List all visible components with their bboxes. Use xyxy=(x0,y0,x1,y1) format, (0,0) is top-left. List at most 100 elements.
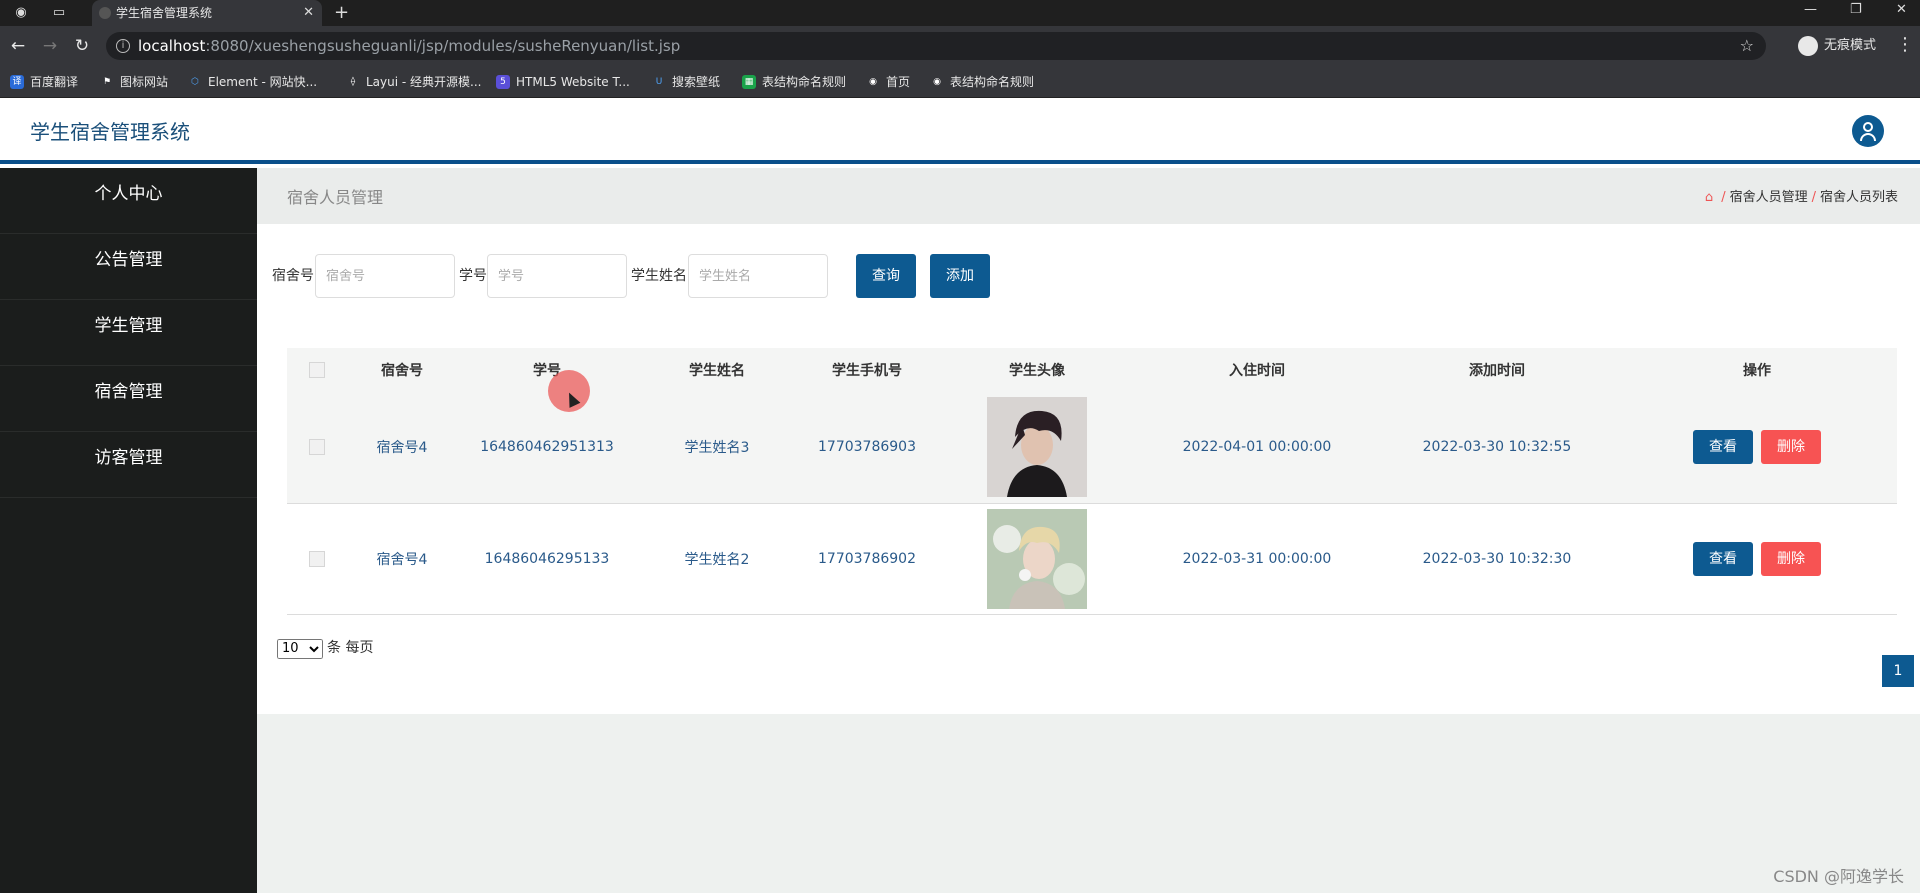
browser-tab[interactable]: 学生宿舍管理系统 ✕ xyxy=(92,0,322,26)
query-button[interactable]: 查询 xyxy=(856,254,916,298)
watermark: CSDN @阿逸学长 xyxy=(1773,867,1904,886)
address-bar: ← → ↻ i localhost:8080/xueshengsusheguan… xyxy=(0,26,1920,66)
data-table: 宿舍号 学号 学生姓名 学生手机号 学生头像 入住时间 添加时间 操作 宿舍号4 xyxy=(287,348,1897,615)
bookmark-item[interactable]: 5 HTML5 Website T... xyxy=(496,66,630,98)
per-page-label: 条 每页 xyxy=(327,640,374,656)
column-header[interactable]: 学号 xyxy=(457,348,637,392)
row-checkbox[interactable] xyxy=(309,550,325,567)
forward-icon[interactable]: → xyxy=(40,36,60,56)
table-row: 宿舍号4 164860462951313 学生姓名3 17703786903 2… xyxy=(287,392,1897,503)
tab-favicon-icon xyxy=(99,7,111,19)
user-icon xyxy=(1863,122,1873,132)
cell-checkin-time: 2022-04-01 00:00:00 xyxy=(1182,439,1332,456)
column-header[interactable]: 添加时间 xyxy=(1377,348,1617,392)
back-icon[interactable]: ← xyxy=(8,36,28,56)
reload-icon[interactable]: ↻ xyxy=(72,36,92,56)
cell-phone: 17703786902 xyxy=(818,550,916,567)
breadcrumb: ⌂ / 宿舍人员管理 / 宿舍人员列表 xyxy=(1704,190,1898,205)
column-header: 操作 xyxy=(1743,363,1771,379)
page-size-select[interactable]: 10 xyxy=(277,638,323,659)
element-icon: ⬡ xyxy=(191,77,199,87)
dorm-label: 宿舍号 xyxy=(272,268,314,284)
breadcrumb-item: 宿舍人员列表 xyxy=(1819,190,1898,205)
cell-dorm: 宿舍号4 xyxy=(376,551,428,568)
new-tab-button[interactable]: + xyxy=(334,0,349,26)
translate-icon: 译 xyxy=(10,75,24,89)
column-header[interactable]: 学生手机号 xyxy=(797,348,937,392)
column-header[interactable]: 宿舍号 xyxy=(347,348,457,392)
incognito-label: 无痕模式 xyxy=(1824,38,1877,53)
url-input[interactable]: i localhost:8080/xueshengsusheguanli/jsp… xyxy=(106,32,1766,60)
info-icon[interactable]: i xyxy=(116,39,130,53)
window-close-icon[interactable]: ✕ xyxy=(1896,0,1907,20)
bookmark-item[interactable]: ◉ 表结构命名规则 xyxy=(930,66,1034,98)
user-avatar-button[interactable] xyxy=(1852,115,1884,147)
globe-icon: ◉ xyxy=(933,77,941,87)
bookmark-item[interactable]: ⚑ 图标网站 xyxy=(100,66,168,98)
globe-icon: ◉ xyxy=(869,77,877,87)
sidebar-item-visitors[interactable]: 访客管理 xyxy=(0,432,257,498)
student-id-label: 学号 xyxy=(459,268,487,284)
dorm-input[interactable] xyxy=(315,254,455,298)
sidebar-item-dorms[interactable]: 宿舍管理 xyxy=(0,366,257,432)
add-button[interactable]: 添加 xyxy=(930,254,990,298)
sidebar-item-students[interactable]: 学生管理 xyxy=(0,300,257,366)
breadcrumb-item[interactable]: 宿舍人员管理 xyxy=(1730,190,1808,205)
restore-icon[interactable]: ❐ xyxy=(1850,0,1862,20)
main-content: 宿舍人员管理 ⌂/宿舍人员管理/宿舍人员列表 宿舍号 学号 学生姓名 查询 添加 xyxy=(257,168,1920,893)
delete-button[interactable]: 删除 xyxy=(1761,541,1821,576)
view-button[interactable]: 查看 xyxy=(1693,430,1753,465)
student-name-label: 学生姓名 xyxy=(631,268,687,284)
student-avatar-photo xyxy=(987,397,1087,498)
cell-name: 学生姓名3 xyxy=(684,440,750,457)
star-icon[interactable]: ☆ xyxy=(1740,32,1754,60)
bookmark-item[interactable]: ⬡ Element - 网站快... xyxy=(188,66,317,98)
view-button[interactable]: 查看 xyxy=(1693,541,1753,576)
globe-icon[interactable]: ◉ xyxy=(12,4,30,22)
page-size-control: 10 条 每页 xyxy=(277,637,373,659)
window-icon[interactable]: ▭ xyxy=(50,4,68,22)
cell-student-id: 164860462951313 xyxy=(480,439,614,456)
cell-dorm: 宿舍号4 xyxy=(376,440,428,457)
column-header[interactable]: 入住时间 xyxy=(1137,348,1377,392)
minimize-icon[interactable]: — xyxy=(1804,0,1817,20)
column-header: 学生头像 xyxy=(1009,363,1065,379)
student-avatar-photo xyxy=(987,508,1087,609)
column-header[interactable]: 学生姓名 xyxy=(637,348,797,392)
cell-phone: 17703786903 xyxy=(818,439,916,456)
cell-student-id: 16486046295133 xyxy=(484,550,610,567)
bookmark-item[interactable]: 译百度翻译 xyxy=(10,66,78,98)
home-icon[interactable]: ⌂ xyxy=(1705,190,1713,205)
breadcrumb-bar: 宿舍人员管理 ⌂ / 宿舍人员管理 / 宿舍人员列表 xyxy=(257,168,1920,224)
page-title: 宿舍人员管理 xyxy=(287,188,384,207)
cell-added-time: 2022-03-30 10:32:55 xyxy=(1422,439,1572,456)
table-header-row: 宿舍号 学号 学生姓名 学生手机号 学生头像 入住时间 添加时间 操作 xyxy=(287,348,1897,392)
menu-dots-icon[interactable]: ⋮ xyxy=(1896,34,1914,55)
layui-icon: ⟠ xyxy=(350,77,356,87)
sidebar-item-announcements[interactable]: 公告管理 xyxy=(0,234,257,300)
cell-name: 学生姓名2 xyxy=(684,551,750,568)
app-header: 学生宿舍管理系统 xyxy=(0,98,1920,164)
bookmarks-bar: 译百度翻译 ⚑ 图标网站 ⬡ Element - 网站快... ⟠ Layui - 经… xyxy=(0,66,1920,98)
url-host: localhost xyxy=(138,37,206,55)
row-checkbox[interactable] xyxy=(309,439,325,456)
close-icon[interactable]: ✕ xyxy=(303,0,314,26)
cell-checkin-time: 2022-03-31 00:00:00 xyxy=(1182,550,1332,567)
delete-button[interactable]: 删除 xyxy=(1761,430,1821,465)
sidebar-item-personal-center[interactable]: 个人中心 xyxy=(0,168,257,234)
app-title: 学生宿舍管理系统 xyxy=(30,120,190,144)
sheet-icon: ▦ xyxy=(742,75,756,89)
bookmark-item[interactable]: U 搜索壁纸 xyxy=(652,66,720,98)
wallpaper-icon: U xyxy=(655,77,663,87)
url-path: :8080/xueshengsusheguanli/jsp/modules/su… xyxy=(205,37,681,55)
tab-title: 学生宿舍管理系统 xyxy=(116,6,213,20)
incognito-indicator[interactable]: 无痕模式 xyxy=(1796,32,1876,60)
student-name-input[interactable] xyxy=(688,254,828,298)
bookmark-item[interactable]: ◉ 首页 xyxy=(866,66,910,98)
page-number-button[interactable]: 1 xyxy=(1882,655,1914,687)
incognito-icon xyxy=(1798,36,1818,56)
select-all-checkbox[interactable] xyxy=(309,362,325,378)
bookmark-item[interactable]: ⟠ Layui - 经典开源模... xyxy=(346,66,482,98)
bookmark-item[interactable]: ▦ 表结构命名规则 xyxy=(742,66,846,98)
student-id-input[interactable] xyxy=(487,254,627,298)
